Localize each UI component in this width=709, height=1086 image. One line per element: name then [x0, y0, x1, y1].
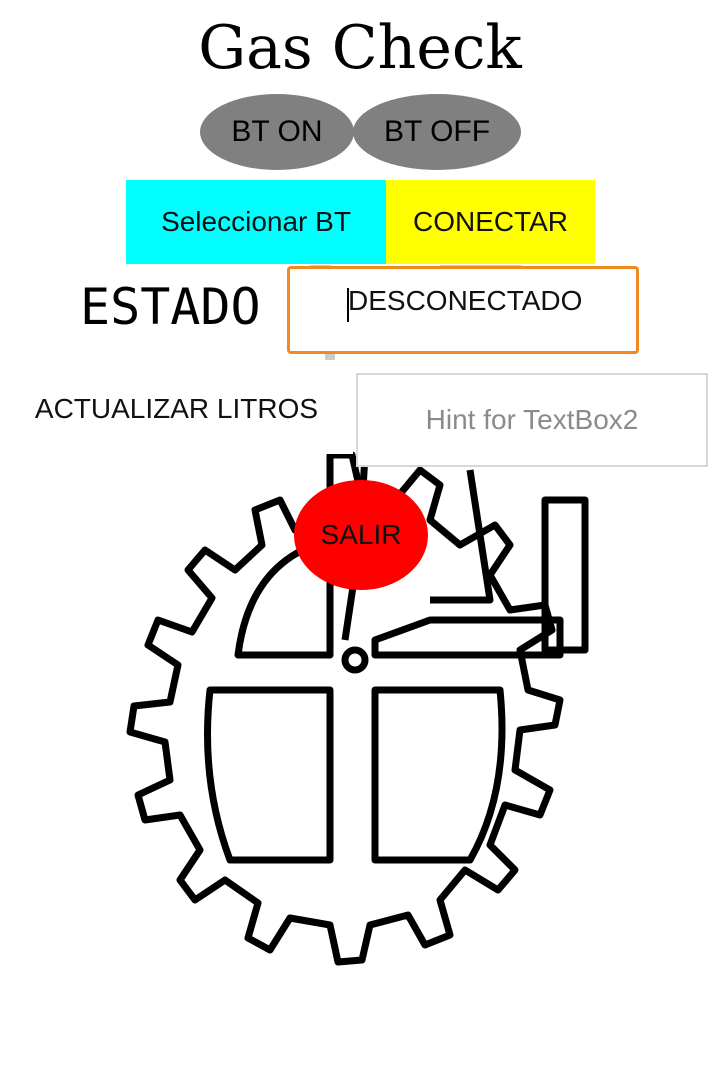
liters-input[interactable] — [356, 373, 708, 467]
status-field[interactable]: DESCONECTADO — [287, 266, 639, 354]
connect-button[interactable]: CONECTAR — [386, 180, 595, 264]
update-liters-button[interactable]: ACTUALIZAR LITROS — [0, 364, 353, 454]
bt-off-button[interactable]: BT OFF — [353, 94, 521, 170]
select-bt-button[interactable]: Seleccionar BT — [126, 180, 386, 264]
app-title: Gas Check — [198, 13, 522, 83]
status-value: DESCONECTADO — [348, 285, 583, 316]
exit-button[interactable]: SALIR — [294, 480, 428, 590]
status-label: ESTADO — [80, 278, 261, 336]
bt-on-button[interactable]: BT ON — [200, 94, 354, 170]
